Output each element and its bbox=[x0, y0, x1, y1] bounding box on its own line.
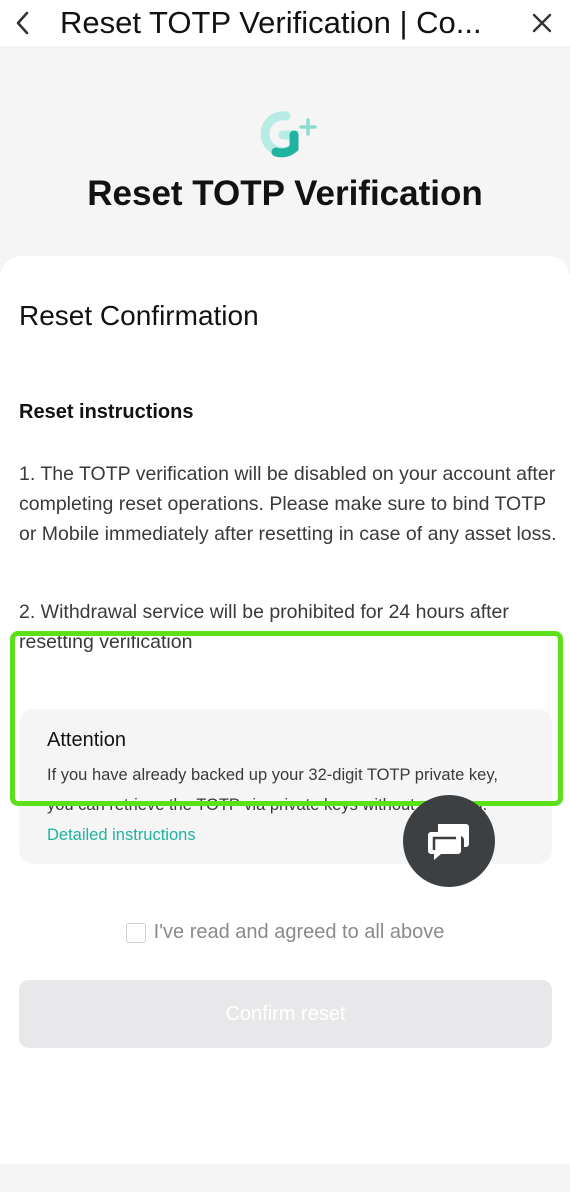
confirm-reset-button[interactable]: Confirm reset bbox=[19, 980, 552, 1048]
chat-bubble-icon bbox=[428, 824, 469, 860]
instruction-item: 2. Withdrawal service will be prohibited… bbox=[19, 601, 509, 653]
hero-section: Reset TOTP Verification bbox=[0, 46, 570, 261]
close-icon bbox=[532, 13, 552, 33]
agree-row[interactable]: I've read and agreed to all above bbox=[0, 921, 570, 944]
chevron-left-icon bbox=[16, 11, 29, 35]
hero-heading: Reset TOTP Verification bbox=[87, 174, 483, 213]
agree-label[interactable]: I've read and agreed to all above bbox=[154, 921, 445, 944]
close-button[interactable] bbox=[514, 0, 570, 46]
top-bar: Reset TOTP Verification | Co... bbox=[0, 0, 570, 46]
instruction-item: 1. The TOTP verification will be disable… bbox=[19, 463, 557, 545]
page: Reset TOTP Verification | Co... Reset TO… bbox=[0, 0, 570, 1192]
section-title: Reset Confirmation bbox=[19, 300, 259, 331]
g-plus-logo-icon bbox=[260, 111, 317, 158]
back-button[interactable] bbox=[0, 0, 46, 46]
chat-support-button[interactable] bbox=[403, 795, 495, 887]
detailed-instructions-link[interactable]: Detailed instructions bbox=[47, 826, 196, 844]
agree-checkbox[interactable] bbox=[125, 922, 146, 943]
instructions-title: Reset instructions bbox=[19, 401, 194, 423]
page-title: Reset TOTP Verification | Co... bbox=[60, 5, 482, 40]
attention-title: Attention bbox=[47, 729, 126, 751]
reset-card: Reset Confirmation Reset instructions 1.… bbox=[0, 256, 570, 1164]
